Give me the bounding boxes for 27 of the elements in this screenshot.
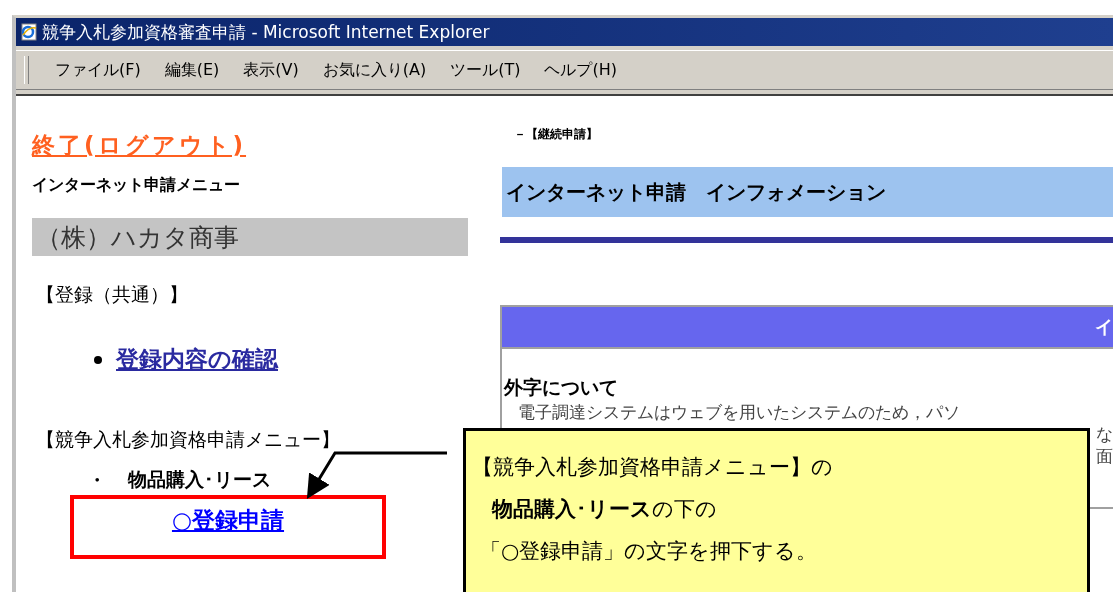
company-name: （株）ハカタ商事: [32, 218, 468, 256]
register-application-link[interactable]: ○登録申請: [171, 505, 285, 535]
window-title: 競争入札参加資格審査申請 - Microsoft Internet Explorer: [42, 20, 490, 44]
menu-item[interactable]: 編集(E): [160, 59, 224, 81]
info-text: な: [1096, 423, 1113, 445]
info-text: 面: [1096, 445, 1113, 467]
section-heading: 【競争入札参加資格申請メニュー】: [36, 427, 341, 452]
breadcrumb: －【継続申請】: [514, 126, 598, 143]
callout-text: 物品購入･リースの下の: [490, 496, 718, 523]
confirm-registration-link[interactable]: 登録内容の確認: [116, 344, 278, 375]
callout-text: 「○登録申請」の文字を押下する。: [479, 538, 819, 565]
menu-item[interactable]: ツール(T): [446, 59, 525, 81]
panel-header-text: イ: [1095, 315, 1113, 339]
info-text: 電子調達システムはウェブを用いたシステムのため，パソ: [518, 401, 960, 423]
banner-title: インターネット申請 インフォメーション: [506, 178, 886, 206]
menu-subheading: 物品購入･リース: [128, 467, 271, 492]
bullet-mark: ・: [88, 468, 106, 492]
menu-item[interactable]: ヘルプ(H): [540, 59, 621, 81]
info-heading: 外字について: [504, 375, 619, 400]
browser-icon: [20, 23, 38, 41]
section-heading: 【登録（共通）】: [36, 282, 189, 307]
menu-item[interactable]: お気に入り(A): [318, 59, 431, 81]
menu-item[interactable]: 表示(V): [239, 59, 303, 81]
menu-item[interactable]: ファイル(F): [51, 59, 145, 81]
menu-heading: インターネット申請メニュー: [32, 175, 241, 196]
callout-text: 【競争入札参加資格申請メニュー】の: [472, 454, 834, 481]
bullet-icon: [94, 355, 102, 364]
